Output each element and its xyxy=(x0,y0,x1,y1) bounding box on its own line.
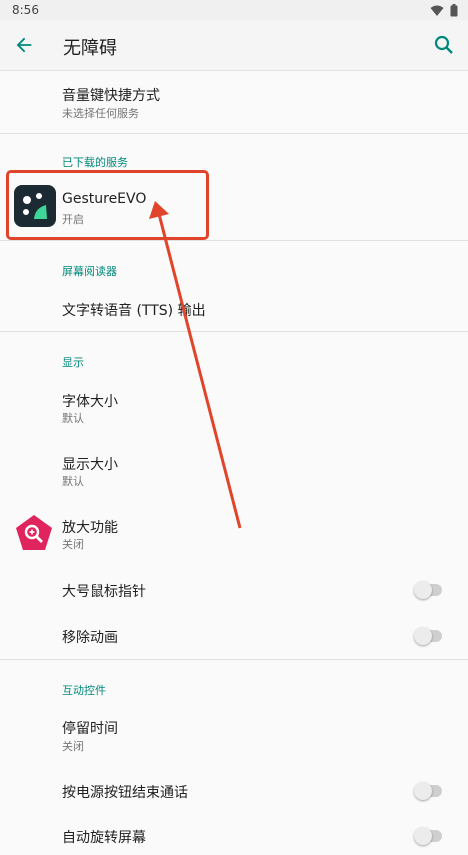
section-header-display: 显示 xyxy=(62,356,84,369)
tts-output-title: 文字转语音 (TTS) 输出 xyxy=(62,303,206,319)
annotation-highlight-box xyxy=(6,170,209,240)
divider xyxy=(0,133,468,134)
partial-settings-toggle[interactable] xyxy=(414,827,442,845)
remove-animations-toggle[interactable] xyxy=(414,627,442,645)
partial-settings-item[interactable]: 自动旋转屏幕 xyxy=(0,819,468,855)
volume-shortcut-item[interactable]: 音量键快捷方式 未选择任何服务 xyxy=(0,80,468,130)
remove-animations-title: 移除动画 xyxy=(62,630,118,646)
power-button-ends-call-item[interactable]: 按电源按钮结束通话 xyxy=(0,773,468,809)
app-bar: 无障碍 xyxy=(0,20,468,71)
display-size-title: 显示大小 xyxy=(62,457,118,473)
power-button-ends-call-toggle[interactable] xyxy=(414,782,442,800)
status-bar: 8:56 xyxy=(0,0,468,20)
status-time: 8:56 xyxy=(12,3,39,17)
battery-icon xyxy=(450,4,458,17)
font-size-subtitle: 默认 xyxy=(62,412,84,425)
remove-animations-item[interactable]: 移除动画 xyxy=(0,618,468,654)
section-header-interaction: 互动控件 xyxy=(62,684,106,697)
font-size-item[interactable]: 字体大小 默认 xyxy=(0,382,468,432)
page-title: 无障碍 xyxy=(63,38,117,59)
divider xyxy=(0,240,468,241)
dwell-time-title: 停留时间 xyxy=(62,721,118,737)
dwell-time-subtitle: 关闭 xyxy=(62,740,84,753)
divider xyxy=(0,659,468,660)
volume-shortcut-title: 音量键快捷方式 xyxy=(62,88,160,104)
section-header-downloaded: 已下载的服务 xyxy=(62,156,128,169)
wifi-icon xyxy=(430,5,444,16)
font-size-title: 字体大小 xyxy=(62,394,118,410)
section-header-screen-reader: 屏幕阅读器 xyxy=(62,265,117,278)
partial-settings-title: 自动旋转屏幕 xyxy=(62,830,146,846)
divider xyxy=(0,331,468,332)
magnification-item[interactable]: 放大功能 关闭 xyxy=(0,508,468,558)
large-pointer-title: 大号鼠标指针 xyxy=(62,584,146,600)
back-arrow-icon[interactable] xyxy=(12,34,36,56)
magnification-subtitle: 关闭 xyxy=(62,538,84,551)
magnification-title: 放大功能 xyxy=(62,520,118,536)
display-size-item[interactable]: 显示大小 默认 xyxy=(0,445,468,495)
volume-shortcut-subtitle: 未选择任何服务 xyxy=(62,107,139,120)
search-icon[interactable] xyxy=(432,33,456,57)
display-size-subtitle: 默认 xyxy=(62,475,84,488)
large-pointer-toggle[interactable] xyxy=(414,581,442,599)
magnification-icon xyxy=(16,515,52,550)
tts-output-item[interactable]: 文字转语音 (TTS) 输出 xyxy=(0,290,468,326)
dwell-time-item[interactable]: 停留时间 关闭 xyxy=(0,710,468,760)
large-pointer-item[interactable]: 大号鼠标指针 xyxy=(0,572,468,608)
power-button-ends-call-title: 按电源按钮结束通话 xyxy=(62,785,188,801)
